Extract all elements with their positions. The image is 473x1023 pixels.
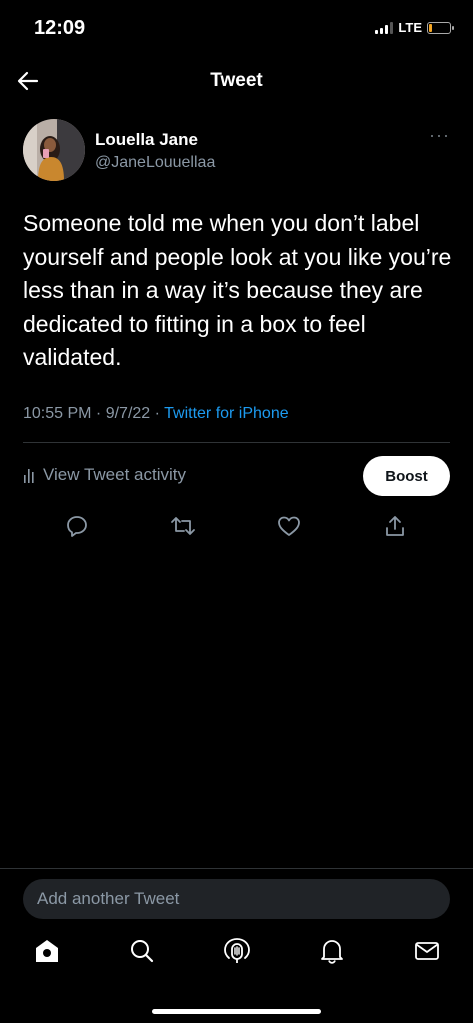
signal-icon — [375, 21, 394, 34]
share-icon[interactable] — [380, 511, 410, 541]
top-bar: Tweet — [0, 56, 473, 106]
author-handle[interactable]: @JaneLouuellaa — [95, 154, 215, 172]
avatar[interactable] — [23, 119, 85, 181]
reply-input[interactable]: Add another Tweet — [23, 879, 450, 919]
notifications-icon[interactable] — [317, 936, 347, 966]
tweet-text: Someone told me when you don’t label you… — [23, 210, 452, 370]
retweet-icon[interactable] — [168, 511, 198, 541]
search-icon[interactable] — [127, 936, 157, 966]
divider — [23, 442, 450, 443]
status-bar: 12:09 LTE — [0, 0, 473, 56]
home-indicator[interactable] — [152, 1009, 321, 1014]
network-label: LTE — [398, 20, 422, 35]
boost-button[interactable]: Boost — [363, 456, 450, 496]
status-time: 12:09 — [34, 17, 86, 39]
tweet-meta: 10:55 PM · 9/7/22 · Twitter for iPhone — [23, 405, 289, 423]
home-icon[interactable] — [32, 936, 62, 966]
divider — [0, 868, 473, 869]
tweet-author: Louella Jane @JaneLouuellaa ··· — [23, 119, 450, 183]
view-activity-label: View Tweet activity — [43, 465, 186, 484]
tweet-actions — [0, 511, 473, 541]
bottom-tab-bar — [0, 936, 473, 980]
battery-icon — [427, 21, 454, 34]
tweet-source-link[interactable]: Twitter for iPhone — [164, 405, 289, 422]
tweet-timestamp: 10:55 PM · 9/7/22 · — [23, 405, 165, 422]
view-activity-link[interactable]: View Tweet activity — [23, 465, 186, 485]
status-indicators: LTE — [375, 20, 454, 35]
author-name[interactable]: Louella Jane — [95, 130, 198, 150]
reply-icon[interactable] — [62, 511, 92, 541]
spaces-icon[interactable] — [222, 936, 252, 966]
analytics-icon — [24, 469, 34, 483]
page-title: Tweet — [210, 70, 263, 91]
like-icon[interactable] — [274, 511, 304, 541]
messages-icon[interactable] — [412, 936, 442, 966]
more-options-icon[interactable]: ··· — [429, 125, 450, 146]
